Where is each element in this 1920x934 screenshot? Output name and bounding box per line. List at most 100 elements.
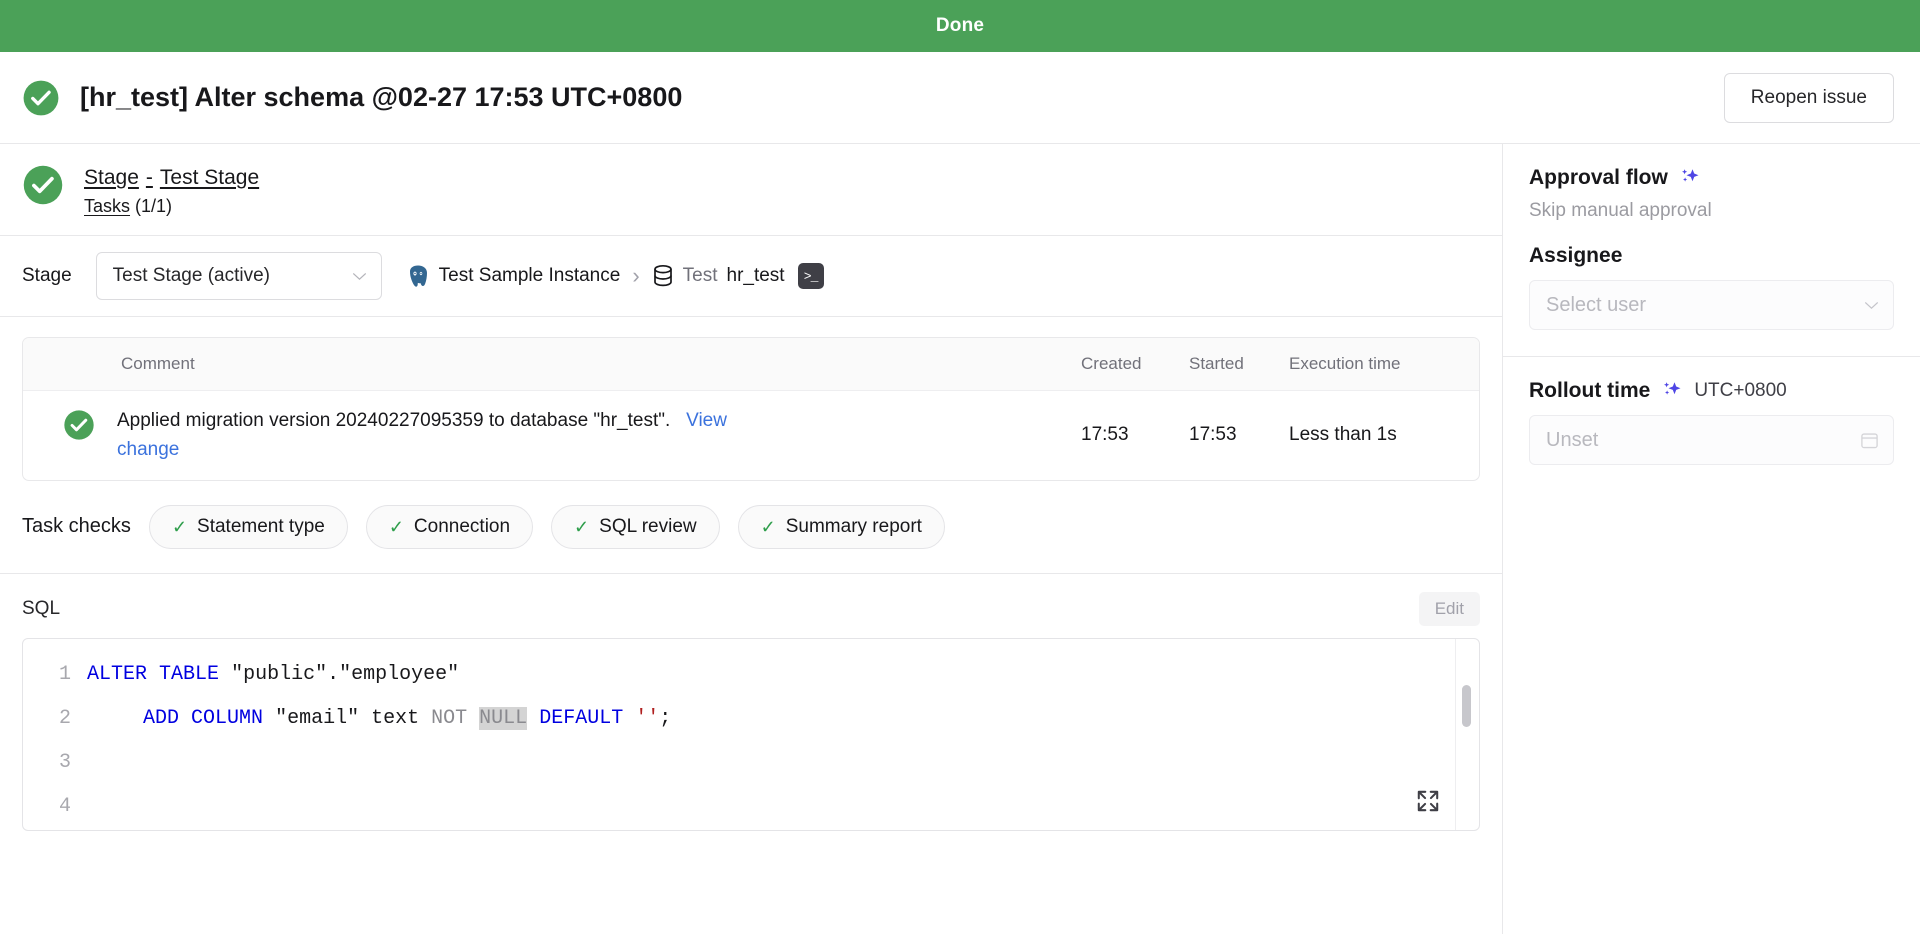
col-header-execution-time: Execution time: [1279, 338, 1479, 391]
code-line: 4: [23, 785, 1479, 829]
stage-summary: Stage - Test Stage Tasks (1/1): [0, 144, 1502, 236]
stage-word-link[interactable]: Stage: [84, 166, 139, 190]
assignee-label: Assignee: [1529, 244, 1623, 267]
stage-links: Stage - Test Stage Tasks (1/1): [84, 164, 259, 217]
breadcrumb-database-label: hr_test: [726, 265, 785, 286]
cell-created: 17:53: [1081, 424, 1129, 446]
issue-sidebar: Approval flow Skip manual approval Assig…: [1503, 144, 1920, 934]
check-tick-icon: ✓: [388, 516, 404, 537]
approval-flow-title: Approval flow: [1529, 166, 1668, 189]
breadcrumb-environment-label: Test: [682, 265, 718, 286]
chevron-down-icon: [1865, 301, 1878, 309]
line-number: 4: [58, 794, 71, 818]
calendar-icon: [1861, 432, 1878, 448]
code-line-content: ALTER TABLE "public"."employee": [87, 662, 460, 686]
postgres-icon: [409, 265, 427, 287]
col-header-started: Started: [1179, 338, 1279, 391]
stage-breadcrumb-line: Stage - Test Stage: [84, 166, 259, 190]
task-check-label: Connection: [413, 515, 511, 537]
sql-section-title: SQL: [22, 597, 61, 619]
assignee-placeholder: Select user: [1546, 293, 1647, 316]
issue-main-column: Stage - Test Stage Tasks (1/1) Stage Tes…: [0, 144, 1503, 934]
line-number: 3: [58, 750, 71, 774]
task-check-label: Statement type: [197, 515, 325, 537]
breadcrumb-instance[interactable]: Test Sample Instance: [406, 264, 621, 289]
task-check-connection[interactable]: ✓ Connection: [365, 504, 534, 549]
check-tick-icon: ✓: [574, 516, 590, 537]
issue-body: Stage - Test Stage Tasks (1/1) Stage Tes…: [0, 144, 1920, 934]
expand-fullscreen-icon[interactable]: [1415, 788, 1441, 814]
sql-code: 1 ALTER TABLE "public"."employee" 2 ADD …: [23, 639, 1479, 829]
chevron-down-icon: [352, 272, 366, 280]
breadcrumb-instance-label: Test Sample Instance: [438, 265, 621, 286]
sparkles-icon: [1664, 382, 1681, 395]
col-header-comment: Comment: [23, 338, 1071, 391]
tasks-link[interactable]: Tasks: [84, 196, 130, 216]
stage-check-circle-icon: [23, 165, 63, 205]
stage-selector-row: Stage Test Stage (active) Test Sample In…: [0, 236, 1502, 317]
rollout-time-block: Rollout time UTC+0800 Unset: [1503, 356, 1920, 491]
editor-scrollbar[interactable]: [1462, 684, 1471, 727]
check-circle-icon: [23, 80, 59, 115]
stage-select-label: Stage: [22, 265, 72, 286]
cell-started: 17:53: [1189, 424, 1237, 446]
stage-select-dropdown[interactable]: Test Stage (active): [95, 252, 382, 300]
task-check-sql-review[interactable]: ✓ SQL review: [551, 504, 720, 549]
issue-detail-page: Done [hr_test] Alter schema @02-27 17:53…: [0, 0, 1920, 934]
assignee-select[interactable]: Select user: [1529, 280, 1894, 330]
task-table-wrap: Comment Created Started Execution time A…: [0, 317, 1502, 481]
tasks-line: Tasks (1/1): [84, 196, 259, 217]
stage-dash: -: [145, 166, 153, 189]
tasks-count: (1/1): [135, 196, 173, 216]
code-line: 2 ADD COLUMN "email" text NOT NULL DEFAU…: [23, 697, 1479, 741]
task-check-label: SQL review: [599, 515, 697, 537]
code-line: 3: [23, 741, 1479, 785]
approval-flow-heading: Approval flow: [1529, 166, 1894, 190]
stage-select-value: Test Stage (active): [112, 265, 270, 286]
approval-flow-value: Skip manual approval: [1529, 200, 1712, 221]
page-title: [hr_test] Alter schema @02-27 17:53 UTC+…: [80, 82, 683, 112]
editor-right-gutter: [1455, 638, 1479, 830]
breadcrumb-database[interactable]: Test hr_test: [652, 264, 785, 288]
task-table-head: Comment Created Started Execution time: [23, 338, 1479, 391]
task-checks-label: Task checks: [22, 515, 131, 538]
sparkles-icon: [1681, 169, 1699, 182]
task-check-circle-icon: [64, 410, 94, 440]
check-tick-icon: ✓: [171, 516, 188, 537]
approval-flow-block: Approval flow Skip manual approval Assig…: [1503, 144, 1920, 356]
check-tick-icon: ✓: [760, 516, 776, 537]
sql-terminal-icon[interactable]: >_: [797, 263, 824, 289]
rollout-time-placeholder: Unset: [1546, 428, 1599, 451]
sql-edit-button[interactable]: Edit: [1418, 591, 1480, 626]
table-row[interactable]: Applied migration version 20240227095359…: [23, 391, 1479, 480]
line-number: 1: [58, 662, 71, 686]
reopen-issue-button[interactable]: Reopen issue: [1723, 72, 1894, 123]
rollout-time-title: Rollout time: [1529, 379, 1651, 402]
code-line-content: ADD COLUMN "email" text NOT NULL DEFAULT…: [143, 706, 672, 730]
database-icon: [653, 264, 672, 287]
task-check-summary-report[interactable]: ✓ Summary report: [737, 504, 945, 549]
breadcrumb-separator-icon: ›: [632, 263, 640, 288]
rollout-time-input[interactable]: Unset: [1529, 415, 1894, 465]
cell-execution-time: Less than 1s: [1289, 424, 1397, 446]
task-comment-message: Applied migration version 20240227095359…: [117, 410, 671, 431]
task-check-statement-type[interactable]: ✓ Statement type: [148, 504, 348, 549]
task-table-body: Applied migration version 20240227095359…: [23, 391, 1479, 480]
sql-section-header: SQL Edit: [22, 591, 1480, 626]
task-comment-text: Applied migration version 20240227095359…: [117, 406, 757, 465]
sql-editor[interactable]: 1 ALTER TABLE "public"."employee" 2 ADD …: [22, 637, 1480, 831]
code-line: 1 ALTER TABLE "public"."employee": [23, 653, 1479, 697]
task-check-label: Summary report: [785, 515, 922, 537]
task-checks-row: Task checks ✓ Statement type ✓ Connectio…: [0, 481, 1502, 574]
breadcrumb: Test Sample Instance › Test hr_test >_: [406, 263, 824, 289]
col-header-created: Created: [1071, 338, 1179, 391]
stage-name-link[interactable]: Test Stage: [160, 166, 259, 190]
issue-header: [hr_test] Alter schema @02-27 17:53 UTC+…: [0, 52, 1920, 144]
issue-status-banner: Done: [0, 0, 1920, 52]
issue-status-text: Done: [935, 15, 985, 36]
cell-comment: Applied migration version 20240227095359…: [23, 391, 1071, 480]
task-table-header-row: Comment Created Started Execution time: [23, 338, 1479, 391]
task-table: Comment Created Started Execution time A…: [22, 337, 1480, 481]
sql-section: SQL Edit 1 ALTER TABLE "public"."employe…: [0, 574, 1502, 934]
line-number: 2: [58, 706, 71, 730]
